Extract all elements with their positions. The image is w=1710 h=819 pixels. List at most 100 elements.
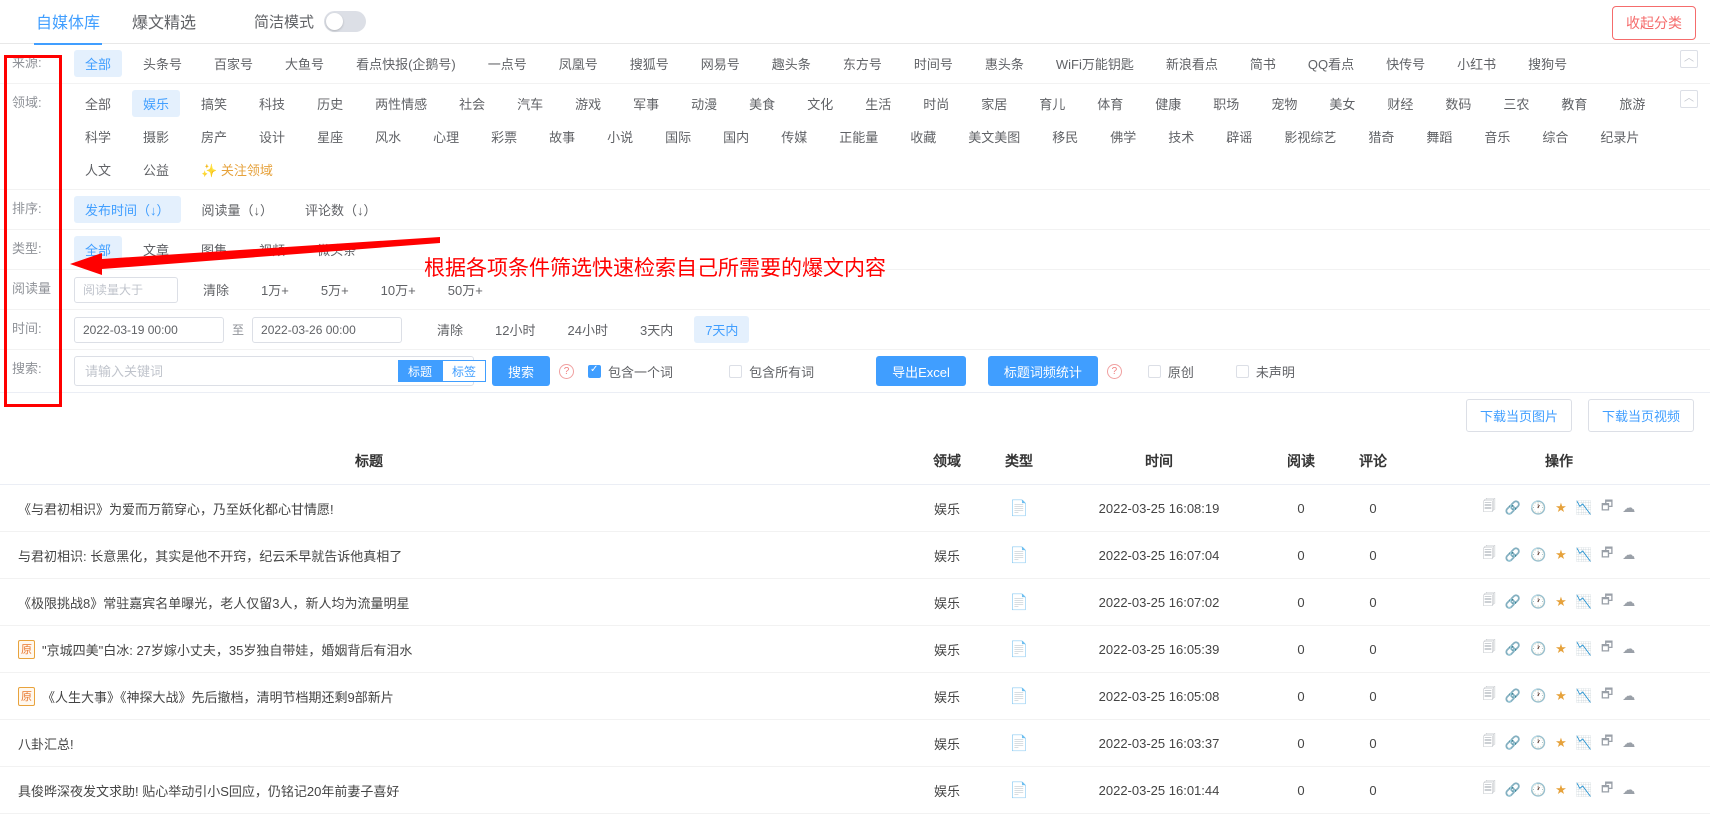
cell-title[interactable]: 《极限挑战8》常驻嘉宾名单曝光，老人仅留3人，新人均为流量明星 xyxy=(0,579,720,626)
chart-icon[interactable]: 📉 xyxy=(1576,735,1592,751)
column-header-comments[interactable]: 评论 xyxy=(1338,438,1408,485)
article-title[interactable]: 《人生大事》《神探大战》先后撤档，清明节档期还剩9部新片 xyxy=(42,690,394,705)
reads-greater-than-input[interactable] xyxy=(74,277,178,303)
link-icon[interactable]: 🔗 xyxy=(1505,688,1521,704)
column-header-field[interactable]: 领域 xyxy=(910,438,984,485)
sort-chip-2[interactable]: 评论数（↓） xyxy=(294,196,388,223)
time-chip-3[interactable]: 3天内 xyxy=(629,316,684,343)
source-chip-18[interactable]: 小红书 xyxy=(1446,50,1507,77)
field-chip-38[interactable]: 国内 xyxy=(712,123,760,150)
field-chip-28[interactable]: 摄影 xyxy=(132,123,180,150)
cell-title[interactable]: 《与君初相识》为爱而万箭穿心，乃至妖化都心甘情愿! xyxy=(0,485,720,532)
download-page-videos-button[interactable]: 下载当页视频 xyxy=(1588,399,1694,432)
field-chip-8[interactable]: 游戏 xyxy=(564,90,612,117)
cell-title[interactable]: 原《人生大事》《神探大战》先后撤档，清明节档期还剩9部新片 xyxy=(0,673,720,720)
chart-icon[interactable]: 📉 xyxy=(1576,547,1592,563)
link-icon[interactable]: 🔗 xyxy=(1505,547,1521,563)
source-chip-0[interactable]: 全部 xyxy=(74,50,122,77)
search-scope-tag[interactable]: 标签 xyxy=(442,360,486,382)
article-title[interactable]: 《极限挑战8》常驻嘉宾名单曝光，老人仅留3人，新人均为流量明星 xyxy=(18,596,409,611)
source-chip-15[interactable]: 简书 xyxy=(1239,50,1287,77)
checkbox-contains-all-words[interactable]: 包含所有词 xyxy=(729,362,814,381)
field-chip-29[interactable]: 房产 xyxy=(190,123,238,150)
field-chip-10[interactable]: 动漫 xyxy=(680,90,728,117)
field-chip-2[interactable]: 搞笑 xyxy=(190,90,238,117)
title-word-frequency-button[interactable]: 标题词频统计 xyxy=(988,356,1098,386)
table-row[interactable]: 原"京城四美"白冰: 27岁嫁小丈夫，35岁独自带娃，婚姻背后有泪水娱乐📄202… xyxy=(0,626,1710,673)
export-icon[interactable]: 🗗 xyxy=(1601,638,1613,660)
source-chip-8[interactable]: 网易号 xyxy=(690,50,751,77)
field-chip-49[interactable]: 舞蹈 xyxy=(1415,123,1463,150)
field-chip-5[interactable]: 两性情感 xyxy=(364,90,438,117)
field-chip-40[interactable]: 正能量 xyxy=(828,123,889,150)
chart-icon[interactable]: 📉 xyxy=(1576,641,1592,657)
cell-title[interactable]: 原"京城四美"白冰: 27岁嫁小丈夫，35岁独自带娃，婚姻背后有泪水 xyxy=(0,626,720,673)
sort-chip-1[interactable]: 阅读量（↓） xyxy=(191,196,285,223)
table-row[interactable]: 与君初相识: 长意黑化，其实是他不开窍，纪云禾早就告诉他真相了娱乐📄2022-0… xyxy=(0,532,1710,579)
checkbox-undeclared[interactable]: 未声明 xyxy=(1236,362,1295,381)
collapse-field-icon[interactable]: ︿ xyxy=(1680,90,1698,108)
field-chip-1[interactable]: 娱乐 xyxy=(132,90,180,117)
collapse-categories-button[interactable]: 收起分类 xyxy=(1612,6,1696,40)
field-chip-23[interactable]: 数码 xyxy=(1434,90,1482,117)
link-icon[interactable]: 🔗 xyxy=(1505,641,1521,657)
chart-icon[interactable]: 📉 xyxy=(1576,782,1592,798)
column-header-type[interactable]: 类型 xyxy=(984,438,1054,485)
field-chip-16[interactable]: 育儿 xyxy=(1028,90,1076,117)
simple-mode-toggle[interactable] xyxy=(324,11,366,32)
clock-icon[interactable]: 🕐 xyxy=(1530,594,1546,610)
clock-icon[interactable]: 🕐 xyxy=(1530,782,1546,798)
field-chip-0[interactable]: 全部 xyxy=(74,90,122,117)
copy-icon[interactable]: 🗐 xyxy=(1483,591,1496,613)
reads-chip-3[interactable]: 10万+ xyxy=(370,276,427,303)
search-button[interactable]: 搜索 xyxy=(492,356,550,386)
field-chip-48[interactable]: 猎奇 xyxy=(1357,123,1405,150)
article-title[interactable]: "京城四美"白冰: 27岁嫁小丈夫，35岁独自带娃，婚姻背后有泪水 xyxy=(42,643,412,658)
article-title[interactable]: 与君初相识: 长意黑化，其实是他不开窍，纪云禾早就告诉他真相了 xyxy=(18,549,402,564)
source-chip-14[interactable]: 新浪看点 xyxy=(1155,50,1229,77)
field-chip-15[interactable]: 家居 xyxy=(970,90,1018,117)
source-chip-9[interactable]: 趣头条 xyxy=(761,50,822,77)
cell-title[interactable]: 具俊晔深夜发文求助! 贴心举动引小S回应，仍铭记20年前妻子喜好 xyxy=(0,767,720,814)
collapse-source-icon[interactable]: ︿ xyxy=(1680,50,1698,68)
time-chip-0[interactable]: 清除 xyxy=(426,316,474,343)
table-row[interactable]: 《极限挑战8》常驻嘉宾名单曝光，老人仅留3人，新人均为流量明星娱乐📄2022-0… xyxy=(0,579,1710,626)
column-header-reads[interactable]: 阅读 xyxy=(1264,438,1338,485)
field-chip-3[interactable]: 科技 xyxy=(248,90,296,117)
field-chip-19[interactable]: 职场 xyxy=(1202,90,1250,117)
source-chip-4[interactable]: 看点快报(企鹅号) xyxy=(345,50,467,77)
field-chip-50[interactable]: 音乐 xyxy=(1473,123,1521,150)
search-scope-title[interactable]: 标题 xyxy=(398,360,442,382)
field-chip-35[interactable]: 故事 xyxy=(538,123,586,150)
export-excel-button[interactable]: 导出Excel xyxy=(876,356,966,386)
type-chip-3[interactable]: 视频 xyxy=(248,236,296,263)
type-chip-1[interactable]: 文章 xyxy=(132,236,180,263)
copy-icon[interactable]: 🗐 xyxy=(1483,732,1496,754)
source-chip-10[interactable]: 东方号 xyxy=(832,50,893,77)
time-chip-2[interactable]: 24小时 xyxy=(557,316,619,343)
field-chip-45[interactable]: 技术 xyxy=(1157,123,1205,150)
field-chip-22[interactable]: 财经 xyxy=(1376,90,1424,117)
field-chip-44[interactable]: 佛学 xyxy=(1099,123,1147,150)
field-chip-31[interactable]: 星座 xyxy=(306,123,354,150)
time-chip-4[interactable]: 7天内 xyxy=(694,316,749,343)
chart-icon[interactable]: 📉 xyxy=(1576,688,1592,704)
article-title[interactable]: 《与君初相识》为爱而万箭穿心，乃至妖化都心甘情愿! xyxy=(18,502,334,517)
star-icon[interactable]: ★ xyxy=(1555,641,1567,657)
source-chip-5[interactable]: 一点号 xyxy=(477,50,538,77)
reads-chip-2[interactable]: 5万+ xyxy=(310,276,360,303)
table-row[interactable]: 《与君初相识》为爱而万箭穿心，乃至妖化都心甘情愿!娱乐📄2022-03-25 1… xyxy=(0,485,1710,532)
cloud-download-icon[interactable]: ☁ xyxy=(1622,782,1635,798)
field-chip-30[interactable]: 设计 xyxy=(248,123,296,150)
field-chip-51[interactable]: 综合 xyxy=(1531,123,1579,150)
field-chip-41[interactable]: 收藏 xyxy=(899,123,947,150)
copy-icon[interactable]: 🗐 xyxy=(1483,685,1496,707)
field-chip-54[interactable]: 公益 xyxy=(132,156,180,183)
field-chip-37[interactable]: 国际 xyxy=(654,123,702,150)
link-icon[interactable]: 🔗 xyxy=(1505,500,1521,516)
field-chip-36[interactable]: 小说 xyxy=(596,123,644,150)
table-row[interactable]: 原《人生大事》《神探大战》先后撤档，清明节档期还剩9部新片娱乐📄2022-03-… xyxy=(0,673,1710,720)
cloud-download-icon[interactable]: ☁ xyxy=(1622,500,1635,516)
export-icon[interactable]: 🗗 xyxy=(1601,732,1613,754)
copy-icon[interactable]: 🗐 xyxy=(1483,638,1496,660)
